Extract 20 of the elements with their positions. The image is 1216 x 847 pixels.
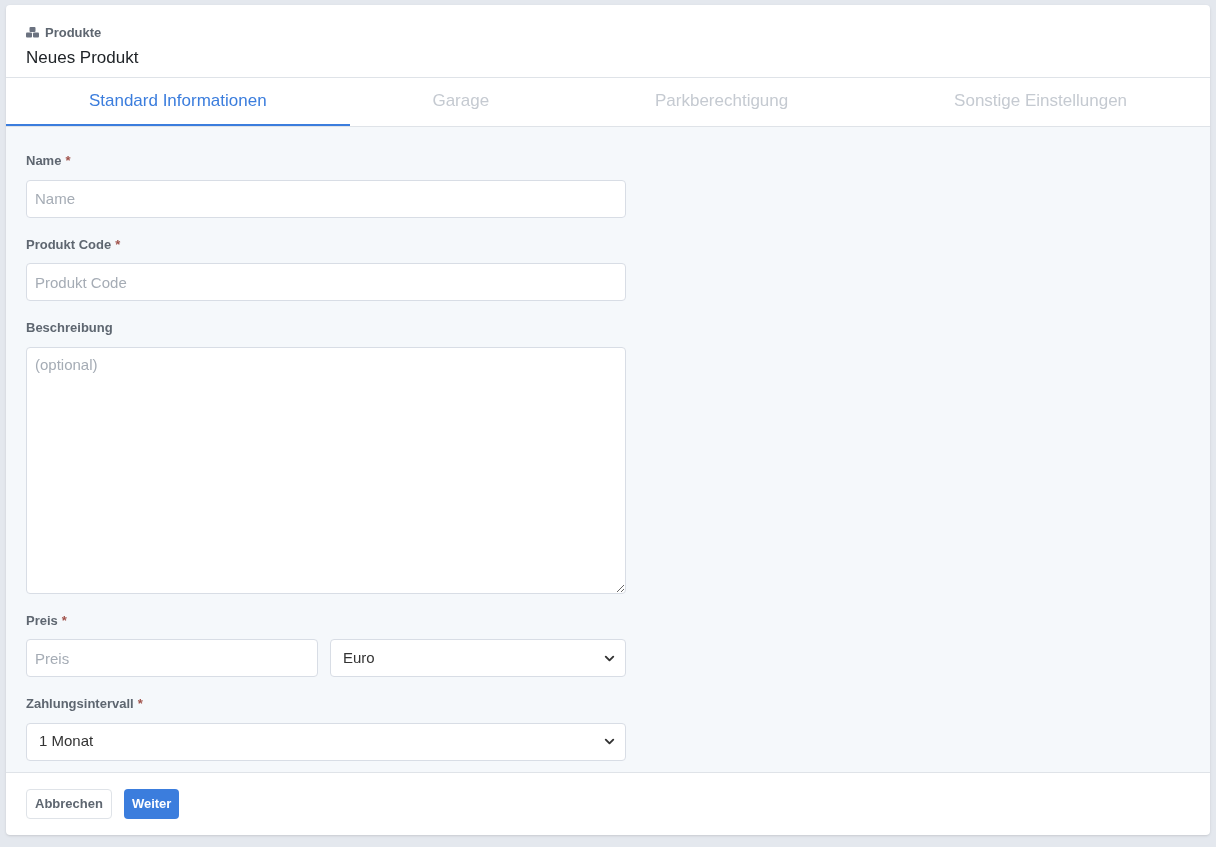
text-input[interactable]: Produkt Code — [26, 263, 626, 301]
field-label: Name — [26, 152, 62, 170]
description-textarea[interactable]: (optional) — [26, 346, 626, 594]
text-input[interactable]: Name — [26, 179, 626, 218]
next-button[interactable]: Weiter — [123, 789, 180, 819]
field-label: Zahlungsintervall — [26, 695, 134, 713]
select-dropdown[interactable]: 1 Monat — [26, 722, 626, 761]
text-input[interactable]: Preis — [26, 639, 318, 677]
required-mark: * — [137, 695, 143, 713]
field-label: Produkt Code — [26, 235, 112, 254]
field-label: Preis — [26, 611, 58, 630]
required-mark: * — [115, 235, 121, 254]
required-mark: * — [65, 152, 71, 170]
cancel-button[interactable]: Abbrechen — [26, 789, 112, 819]
breadcrumb[interactable]: Produkte — [45, 23, 102, 43]
select-dropdown[interactable]: Euro — [330, 639, 626, 677]
field-label: Beschreibung — [26, 319, 113, 337]
page-title: Neues Produkt — [26, 46, 140, 69]
cubes-icon — [26, 27, 39, 39]
required-mark: * — [61, 611, 67, 630]
